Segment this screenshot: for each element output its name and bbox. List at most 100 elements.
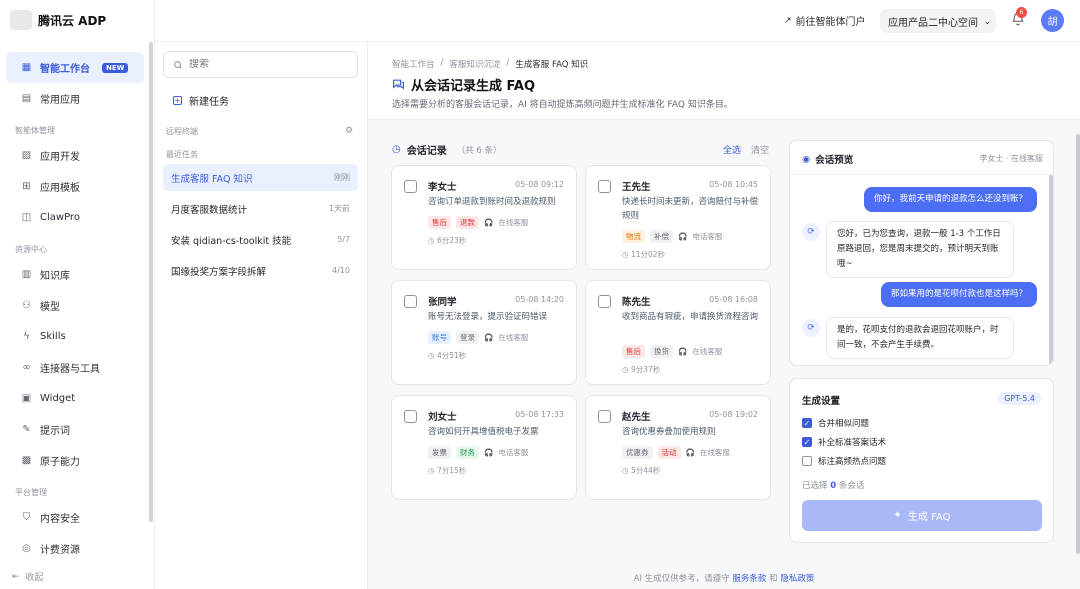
footer-prefix: AI 生成仅供参考，请遵守	[633, 574, 730, 584]
session-checkbox[interactable]	[404, 410, 417, 423]
session-customer: 刘女士	[428, 412, 457, 423]
session-card[interactable]: 李女士 05-08 09:12 咨询订单退款到账时间及退款规则 售后 退款 🎧 在线客服 ◷ …	[391, 165, 577, 270]
privacy-link[interactable]: 隐私政策	[780, 574, 814, 584]
sidebar-item-label: 常用应用	[40, 95, 80, 106]
sidebar-item[interactable]: ⊞ 应用模板	[6, 171, 144, 202]
notification-button[interactable]: 6	[1011, 7, 1027, 28]
select-all-button[interactable]: 全选	[723, 143, 741, 156]
sidebar-item[interactable]: ▥ 知识库	[6, 259, 144, 290]
sidebar-item[interactable]: ϟ Skills	[6, 321, 144, 352]
task-meta: 1天前	[328, 204, 350, 213]
sidebar-scrollbar[interactable]	[149, 42, 153, 522]
task-meta: 刚刚	[334, 173, 350, 182]
footer-notice: AI 生成仅供参考，请遵守 服务条款 和 隐私政策	[368, 572, 1080, 584]
new-task-button[interactable]: + 新建任务	[173, 93, 229, 108]
task-list: 生成客服 FAQ 知识 刚刚 月度客服数据统计 1天前 安装 qidian-cs-too…	[163, 164, 358, 288]
avatar[interactable]: 胡	[1041, 9, 1064, 32]
option-label: 标注高频热点问题	[818, 457, 887, 467]
settings-option[interactable]: 标注高频热点问题	[802, 455, 886, 467]
settings-option[interactable]: ✓ 补全标准答案话术	[802, 436, 886, 448]
sidebar-item[interactable]: ▦ 智能工作台 NEW	[6, 52, 144, 83]
session-card[interactable]: 张同学 05-08 14:20 账号无法登录，提示验证码错误 账号 登录 🎧 在线客服 ◷ 4…	[391, 280, 577, 385]
session-checkbox[interactable]	[598, 410, 611, 423]
task-meta: 4/10	[332, 266, 350, 275]
robot-icon: ◫	[21, 212, 32, 223]
clock-icon: ◷	[622, 466, 631, 475]
checkbox[interactable]: ✓	[802, 418, 812, 428]
bot-message: 您好，已为您查询，退款一般 1-3 个工作日原路退回，您是周末提交的，预计明天到…	[826, 221, 1014, 278]
duration-value: 9分37秒	[630, 365, 661, 374]
generate-faq-button[interactable]: ✦ 生成 FAQ	[802, 500, 1042, 531]
sidebar-item-label: 连接器与工具	[40, 364, 100, 375]
sidebar-item[interactable]: ▣ Widget	[6, 383, 144, 414]
widget-icon: ▣	[21, 393, 32, 404]
task-meta: 5/7	[337, 235, 350, 244]
preview-title-text: 会话预览	[815, 155, 854, 166]
session-card[interactable]: 刘女士 05-08 17:33 咨询如何开具增值税电子发票 发票 财务 🎧 电话客服 ◷ 7分…	[391, 395, 577, 500]
clear-button[interactable]: 清空	[751, 143, 769, 156]
checkbox[interactable]	[802, 456, 812, 466]
recent-tasks-label: 最近任务	[166, 150, 198, 159]
external-link-icon: ↗	[784, 15, 792, 26]
space-selector[interactable]: 应用产品二中心空间 ⌄	[880, 9, 996, 33]
gear-icon[interactable]: ⚙	[345, 126, 353, 136]
task-item[interactable]: 安装 qidian-cs-toolkit 技能 5/7	[163, 226, 358, 253]
breadcrumb-item: 生成客服 FAQ 知识	[515, 60, 589, 70]
session-time: 05-08 09:12	[515, 180, 564, 189]
sidebar-item[interactable]: ▤ 常用应用	[6, 83, 144, 114]
sidebar-item[interactable]: ⛉ 内容安全	[6, 502, 144, 533]
sidebar-item[interactable]: ▨ 应用开发	[6, 140, 144, 171]
search-input[interactable]	[189, 59, 339, 70]
bot-message: 是的，花呗支付的退款会退回花呗账户，时间一致，不会产生手续费。	[826, 317, 1014, 359]
breadcrumb-item[interactable]: 智能工作台	[392, 58, 435, 70]
task-name: 安装 qidian-cs-toolkit 技能	[171, 235, 292, 247]
session-tag: 登录	[456, 331, 479, 344]
brand-name: 腾讯云 ADP	[38, 13, 107, 28]
selected-suffix: 条会话	[838, 481, 865, 491]
session-checkbox[interactable]	[598, 180, 611, 193]
task-item[interactable]: 月度客服数据统计 1天前	[163, 195, 358, 222]
session-checkbox[interactable]	[404, 180, 417, 193]
sidebar-item[interactable]: ⚇ 模型	[6, 290, 144, 321]
session-card[interactable]: 赵先生 05-08 19:02 咨询优惠券叠加使用规则 优惠券 活动 🎧 在线客服 ◷ 5分4…	[585, 395, 771, 500]
space-label: 应用产品二中心空间	[888, 17, 978, 29]
sidebar-group-label: 智能体管理	[15, 125, 55, 135]
model-badge[interactable]: GPT-5.4	[998, 392, 1041, 405]
preview-scrollbar[interactable]	[1049, 175, 1053, 365]
clock-icon: ◷	[428, 351, 437, 360]
session-card[interactable]: 陈先生 05-08 16:08 收到商品有瑕疵，申请换货流程咨询 售后 换货 🎧 在线客服 ◷…	[585, 280, 771, 385]
terms-link[interactable]: 服务条款	[732, 574, 766, 584]
option-label: 合并相似问题	[818, 419, 870, 429]
session-desc: 收到商品有瑕疵，申请换货流程咨询	[622, 312, 759, 322]
portal-link[interactable]: ↗ 前往智能体门户	[784, 13, 866, 29]
sparkle-icon: ✦	[893, 510, 902, 521]
brand[interactable]: 腾讯云 ADP	[10, 10, 106, 30]
session-tags: 优惠券 活动 🎧 在线客服	[622, 446, 730, 459]
page-title: 从会话记录生成 FAQ	[392, 75, 535, 94]
sidebar-item-label: ClawPro	[40, 212, 80, 223]
sidebar-item[interactable]: ✎ 提示词	[6, 414, 144, 445]
main-content: 智能工作台 / 客服知识沉淀 / 生成客服 FAQ 知识 从会话记录生成 FAQ 选择需…	[368, 42, 1080, 589]
session-customer: 李女士	[428, 182, 457, 193]
session-customer: 赵先生	[622, 412, 651, 423]
task-item[interactable]: 生成客服 FAQ 知识 刚刚	[163, 164, 358, 191]
sidebar-item[interactable]: ∞ 连接器与工具	[6, 352, 144, 383]
sidebar-item[interactable]: ▩ 原子能力	[6, 445, 144, 476]
chat-icon	[393, 79, 404, 90]
session-checkbox[interactable]	[598, 295, 611, 308]
session-tag: 财务	[456, 446, 479, 459]
session-desc: 咨询优惠券叠加使用规则	[622, 427, 716, 437]
session-checkbox[interactable]	[404, 295, 417, 308]
eye-icon: ◉	[802, 153, 811, 165]
session-tag: 补偿	[650, 230, 673, 243]
session-card[interactable]: 王先生 05-08 10:45 快递长时间未更新，咨询赔付与补偿规则 物流 补偿 🎧 电话客…	[585, 165, 771, 270]
breadcrumb-item[interactable]: 客服知识沉淀	[449, 58, 500, 70]
checkbox[interactable]: ✓	[802, 437, 812, 447]
settings-option[interactable]: ✓ 合并相似问题	[802, 417, 869, 429]
sidebar-item[interactable]: ◫ ClawPro	[6, 202, 144, 233]
task-search[interactable]	[163, 51, 358, 78]
sidebar-item[interactable]: ◎ 计费资源	[6, 533, 144, 564]
collapse-button[interactable]: ⇤ 收起	[12, 570, 44, 584]
main-scrollbar[interactable]	[1076, 134, 1080, 554]
task-item[interactable]: 国缘投奖方案字段拆解 4/10	[163, 257, 358, 284]
